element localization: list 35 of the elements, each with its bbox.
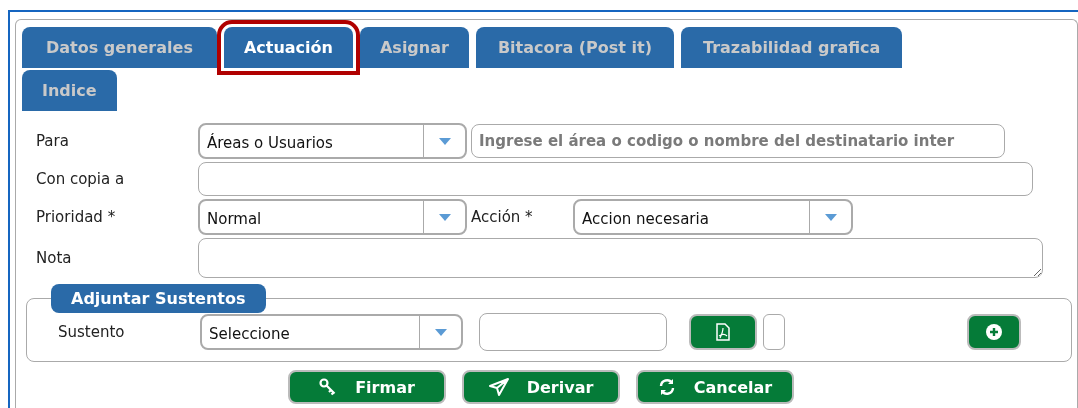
field-label: Con copia a [36,170,126,188]
caret-icon [438,137,451,145]
action-button[interactable]: Cancelar [636,370,794,404]
paper-plane-icon [488,378,509,396]
dropdown-field[interactable]: Normal [198,199,467,235]
pdf-file-icon [716,323,730,341]
field-label: Acción * [471,208,534,226]
field-label: Prioridad * [36,208,117,226]
field-label: Sustento [58,323,126,341]
refresh-icon [657,378,676,396]
section-legend: Adjuntar Sustentos [51,284,266,313]
key-icon [319,378,338,396]
field-label: Nota [36,249,73,267]
tab[interactable]: Bitacora (Post it) [475,27,674,68]
recipient-field[interactable]: Ingrese el área o codigo o nombre del destinatario inter [471,124,1005,158]
caret-icon [438,213,451,221]
note-field[interactable] [198,238,1043,278]
plus-circle-icon [986,324,1002,340]
file-field[interactable] [763,314,785,350]
dropdown-field[interactable]: Áreas o Usuarios [198,123,467,159]
cc-field[interactable] [198,162,1033,196]
action-button[interactable]: Derivar [462,370,620,404]
file-field[interactable] [479,313,667,351]
dropdown-field[interactable]: Seleccione [200,314,463,350]
pdf-button[interactable] [689,314,757,350]
field-label: Para [36,132,70,150]
caret-icon [824,213,837,221]
tab[interactable]: Datos generales [22,27,217,68]
tab[interactable]: Asignar [359,27,469,68]
tab[interactable]: Indice [22,70,117,111]
dropdown-field[interactable]: Accion necesaria [573,199,853,235]
caret-icon [434,328,447,336]
tab[interactable]: Trazabilidad grafica [680,27,903,68]
action-button[interactable]: Firmar [288,370,446,404]
add-button[interactable] [967,314,1021,350]
